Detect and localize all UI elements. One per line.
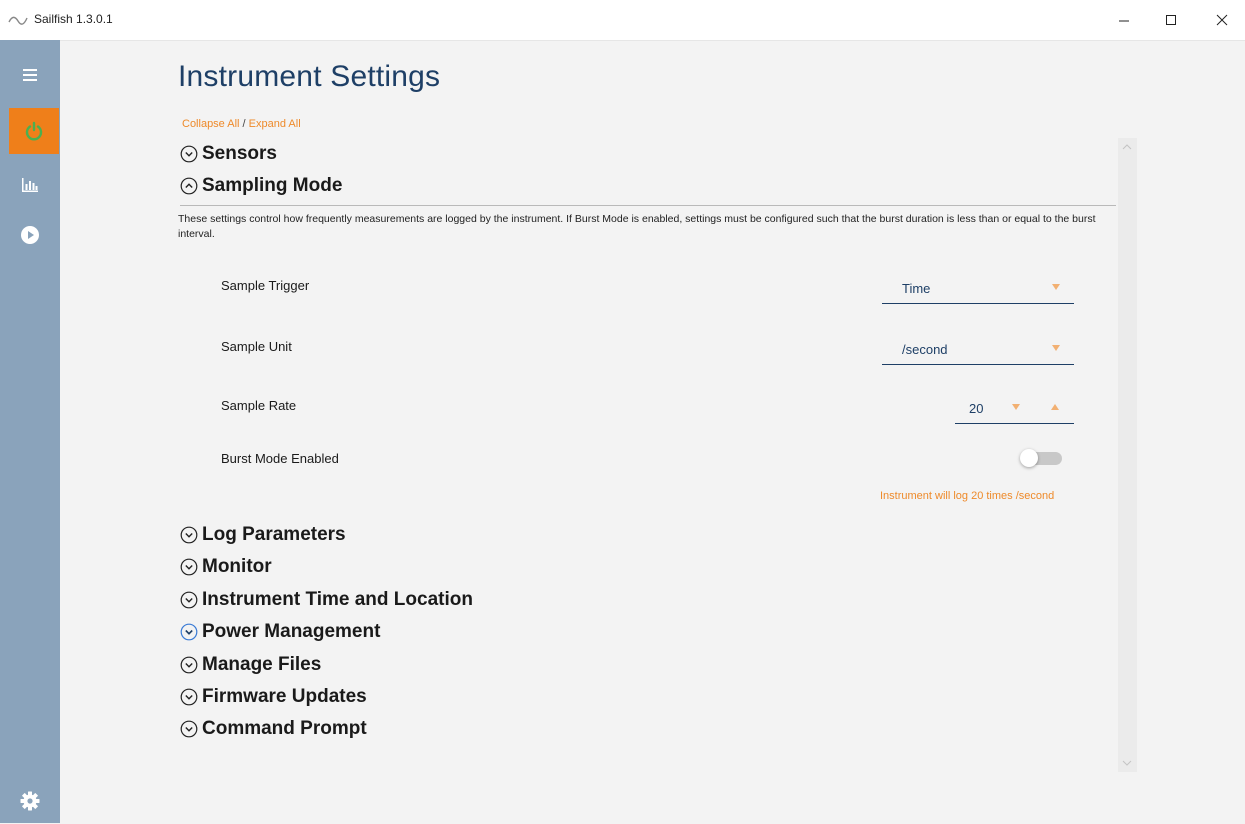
burst-mode-toggle[interactable] xyxy=(1020,449,1066,467)
sample-unit-label: Sample Unit xyxy=(221,339,292,354)
scroll-down-icon[interactable] xyxy=(1121,757,1133,769)
section-title: Monitor xyxy=(202,556,272,577)
power-icon xyxy=(25,121,43,141)
section-command-prompt[interactable]: Command Prompt xyxy=(180,718,367,740)
settings-button[interactable] xyxy=(9,778,51,824)
minimize-button[interactable] xyxy=(1101,0,1147,40)
maximize-button[interactable] xyxy=(1148,0,1194,40)
rail-item-data[interactable] xyxy=(9,162,51,208)
chevron-down-icon xyxy=(180,591,198,609)
section-sampling-mode[interactable]: Sampling Mode xyxy=(180,175,342,197)
decrement-arrow-icon[interactable] xyxy=(1012,404,1020,410)
section-divider xyxy=(180,205,1116,206)
expand-all-link[interactable]: Expand All xyxy=(249,118,301,130)
minimize-icon xyxy=(1119,20,1129,22)
sailfish-logo-icon xyxy=(8,16,28,25)
rail-item-instrument-settings[interactable] xyxy=(9,108,59,154)
rail-item-run[interactable] xyxy=(9,212,51,258)
section-log-parameters[interactable]: Log Parameters xyxy=(180,524,346,546)
section-title: Manage Files xyxy=(202,654,322,675)
maximize-icon xyxy=(1166,15,1176,25)
section-firmware-updates[interactable]: Firmware Updates xyxy=(180,686,367,708)
section-title: Sensors xyxy=(202,143,277,164)
sampling-description: These settings control how frequently me… xyxy=(178,213,1096,240)
page-title: Instrument Settings xyxy=(178,60,441,93)
bar-chart-icon xyxy=(22,178,38,192)
section-title: Command Prompt xyxy=(202,718,367,739)
chevron-down-icon xyxy=(180,688,198,706)
section-title: Power Management xyxy=(202,621,381,642)
link-separator: / xyxy=(242,118,246,130)
chevron-down-icon xyxy=(180,145,198,163)
chevron-down-icon xyxy=(180,526,198,544)
section-title: Log Parameters xyxy=(202,524,346,545)
sample-unit-value: /second xyxy=(902,342,948,357)
sampling-summary: Instrument will log 20 times /second xyxy=(880,490,1055,502)
section-title: Sampling Mode xyxy=(202,175,343,196)
toggle-thumb xyxy=(1020,449,1038,467)
play-icon xyxy=(21,226,39,244)
side-rail xyxy=(0,40,60,823)
section-title: Firmware Updates xyxy=(202,686,367,707)
menu-button[interactable] xyxy=(9,52,51,98)
close-icon xyxy=(1216,14,1228,26)
section-power-management[interactable]: Power Management xyxy=(180,621,380,643)
dropdown-arrow-icon xyxy=(1052,345,1060,351)
vertical-scrollbar[interactable] xyxy=(1118,138,1137,772)
sample-rate-stepper[interactable]: 20 xyxy=(955,395,1074,424)
sample-trigger-value: Time xyxy=(902,281,931,296)
section-instrument-time-location[interactable]: Instrument Time and Location xyxy=(180,589,473,611)
increment-arrow-icon[interactable] xyxy=(1051,404,1059,410)
chevron-down-icon xyxy=(180,558,198,576)
section-sensors[interactable]: Sensors xyxy=(180,143,277,165)
chevron-down-icon xyxy=(180,720,198,738)
section-monitor[interactable]: Monitor xyxy=(180,556,272,578)
close-button[interactable] xyxy=(1199,0,1245,40)
sample-rate-value: 20 xyxy=(969,401,984,416)
section-title: Instrument Time and Location xyxy=(202,589,473,610)
collapse-expand-links: Collapse All / Expand All xyxy=(182,118,301,130)
sample-unit-select[interactable]: /second xyxy=(882,336,1074,365)
section-manage-files[interactable]: Manage Files xyxy=(180,654,321,676)
collapse-all-link[interactable]: Collapse All xyxy=(182,118,239,130)
scroll-up-icon[interactable] xyxy=(1121,141,1133,153)
chevron-down-icon xyxy=(180,623,198,641)
menu-icon xyxy=(23,69,37,81)
sample-rate-label: Sample Rate xyxy=(221,398,297,413)
chevron-down-icon xyxy=(180,656,198,674)
chevron-up-icon xyxy=(180,177,198,195)
window-title: Sailfish 1.3.0.1 xyxy=(34,12,113,26)
title-bar: Sailfish 1.3.0.1 xyxy=(0,0,1245,41)
sample-trigger-label: Sample Trigger xyxy=(221,278,310,293)
gear-icon xyxy=(20,791,40,811)
sample-trigger-select[interactable]: Time xyxy=(882,275,1074,304)
dropdown-arrow-icon xyxy=(1052,284,1060,290)
burst-mode-label: Burst Mode Enabled xyxy=(221,451,339,466)
